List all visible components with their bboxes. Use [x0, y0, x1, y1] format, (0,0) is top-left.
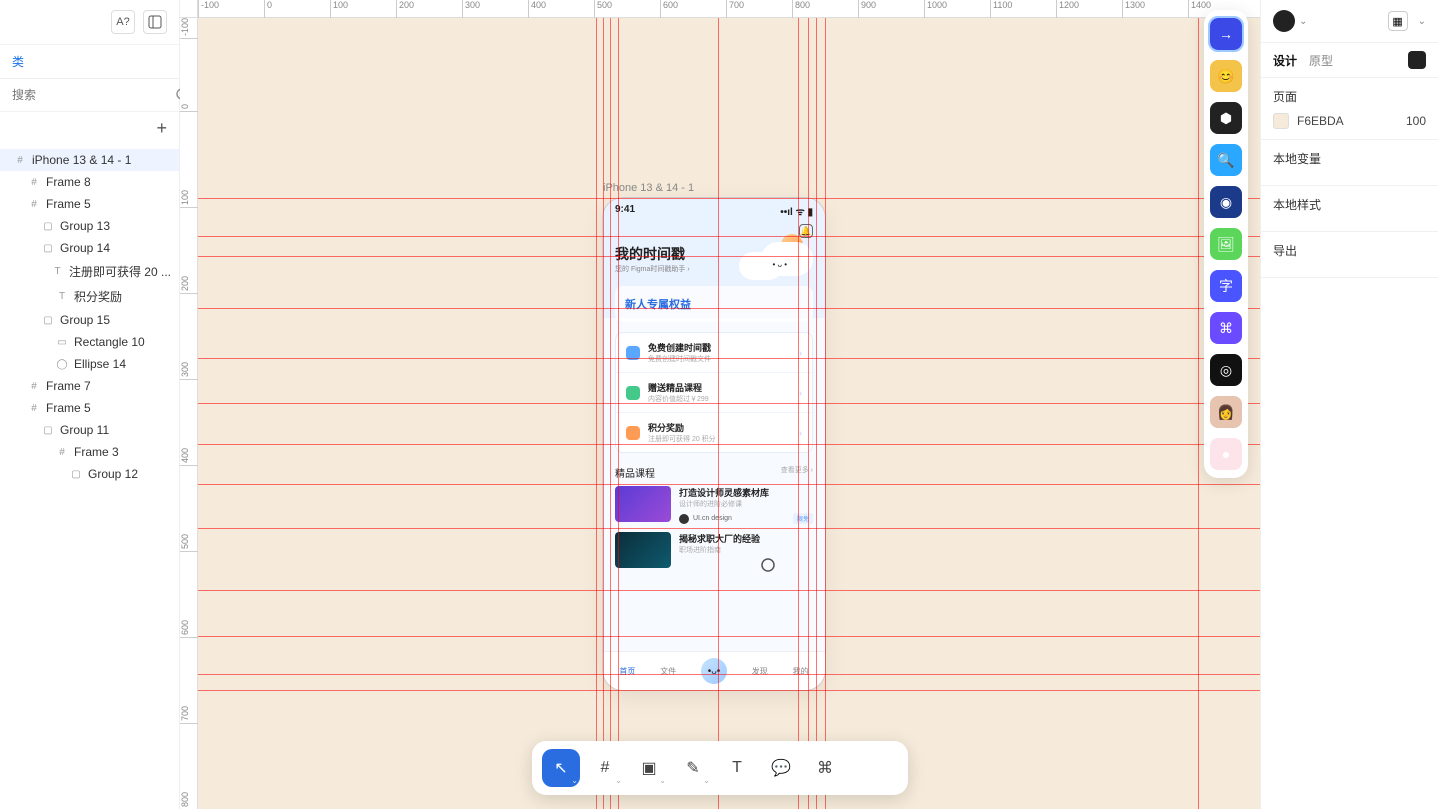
layer-item[interactable]: #Frame 7	[0, 375, 179, 397]
plugin-icon[interactable]: 字	[1210, 270, 1242, 302]
tool-move[interactable]: ↖⌄	[542, 749, 580, 787]
panel-toggle-icon[interactable]	[143, 10, 167, 34]
tab-design[interactable]: 设计	[1273, 52, 1297, 69]
layer-item[interactable]: ◯Ellipse 14	[0, 353, 179, 375]
tool-dev[interactable]	[850, 749, 898, 787]
search-input[interactable]	[12, 88, 167, 102]
page-color-swatch[interactable]	[1273, 113, 1289, 129]
layer-item[interactable]: #Frame 5	[0, 397, 179, 419]
layers-list: #iPhone 13 & 14 - 1#Frame 8#Frame 5▢Grou…	[0, 145, 179, 809]
hero-illustration: • ᴗ •	[733, 238, 813, 290]
avatar[interactable]	[1273, 10, 1295, 32]
a7-icon[interactable]: A?	[111, 10, 135, 34]
section-title: 精品课程	[615, 465, 655, 480]
layer-item[interactable]: #Frame 8	[0, 171, 179, 193]
tool-image[interactable]: ▣⌄	[630, 749, 668, 787]
layer-item[interactable]: T注册即可获得 20 ...	[0, 259, 179, 284]
plugin-icon[interactable]: 😊	[1210, 60, 1242, 92]
tool-pen[interactable]: ✎⌄	[674, 749, 712, 787]
banner: 新人专属权益	[615, 286, 813, 322]
frame-label[interactable]: iPhone 13 & 14 - 1	[603, 182, 694, 194]
left-panel: A? 类 + #iPhone 13 & 14 - 1#Frame 8#Frame…	[0, 0, 180, 809]
plugin-bar: → 😊 ⬢ 🔍 ◉ 🖼 字 ⌘ ◎ 👩 ●	[1204, 10, 1248, 478]
benefit-card: 积分奖励注册即可获得 20 积分›	[616, 413, 812, 452]
layer-item[interactable]: T积分奖励	[0, 284, 179, 309]
plugin-icon[interactable]: ●	[1210, 438, 1242, 470]
tabbar: 首页文件•ᴗ•发现我的	[603, 651, 825, 690]
layer-item[interactable]: #iPhone 13 & 14 - 1	[0, 149, 179, 171]
right-panel: ⌄ ▦ ⌄ 设计 原型 页面 F6EBDA 100 本地变量 本地样式 导出	[1260, 0, 1438, 809]
share-chevron-icon[interactable]: ⌄	[1418, 16, 1426, 27]
layer-item[interactable]: ▢Group 15	[0, 309, 179, 331]
ruler-vertical: -1000100200300400500600700800	[180, 18, 198, 809]
layer-item[interactable]: #Frame 5	[0, 193, 179, 215]
left-tab[interactable]: 类	[0, 45, 179, 79]
fab-button: •ᴗ•	[701, 658, 727, 684]
bottom-toolbar: ↖⌄#⌄▣⌄✎⌄T💬⌘	[532, 741, 908, 795]
course-item: 打造设计师灵感素材库设计师的进阶必修课UI.cn design限免	[603, 482, 825, 528]
page-section-label: 页面	[1273, 88, 1426, 105]
benefit-cards: 免费创建时间戳免费创建时间戳文件›赠送精品课程内容价值超过￥299›积分奖励注册…	[615, 332, 813, 453]
tool-frame[interactable]: #⌄	[586, 749, 624, 787]
layer-item[interactable]: #Frame 3	[0, 441, 179, 463]
canvas-inner[interactable]: iPhone 13 & 14 - 1 9:41 ••ıl ᯤ ▮ 🔔 我的时间戳…	[198, 18, 1260, 809]
plugin-icon[interactable]: 🖼	[1210, 228, 1242, 260]
local-vars-label[interactable]: 本地变量	[1273, 150, 1426, 167]
layer-item[interactable]: ▢Group 14	[0, 237, 179, 259]
course-list: 打造设计师灵感素材库设计师的进阶必修课UI.cn design限免揭秘求职大厂的…	[603, 482, 825, 572]
benefit-card: 免费创建时间戳免费创建时间戳文件›	[616, 333, 812, 373]
status-bar: 9:41 ••ıl ᯤ ▮	[603, 198, 825, 224]
tool-comment[interactable]: 💬	[762, 749, 800, 787]
layer-item[interactable]: ▢Group 11	[0, 419, 179, 441]
plugin-icon[interactable]: ◎	[1210, 354, 1242, 386]
plugin-icon[interactable]: →	[1210, 18, 1242, 50]
ruler-corner	[180, 0, 198, 18]
layer-item[interactable]: ▢Group 12	[0, 463, 179, 485]
plugin-icon[interactable]: ⬢	[1210, 102, 1242, 134]
plugin-icon[interactable]: 👩	[1210, 396, 1242, 428]
tool-text[interactable]: T	[718, 749, 756, 787]
course-item: 揭秘求职大厂的经验职场进阶指南	[603, 528, 825, 572]
add-page-icon[interactable]: +	[156, 118, 167, 139]
benefit-card: 赠送精品课程内容价值超过￥299›	[616, 373, 812, 413]
plugin-icon[interactable]: 🔍	[1210, 144, 1242, 176]
ruler-horizontal: -100010020030040050060070080090010001100…	[198, 0, 1260, 18]
export-label[interactable]: 导出	[1273, 242, 1426, 259]
avatar-chevron-icon[interactable]: ⌄	[1299, 16, 1307, 27]
tab-prototype[interactable]: 原型	[1309, 52, 1333, 69]
view-grid-icon[interactable]	[1408, 51, 1426, 69]
page-color-hex[interactable]: F6EBDA	[1297, 114, 1398, 128]
canvas[interactable]: -100010020030040050060070080090010001100…	[180, 0, 1260, 809]
plugin-icon[interactable]: ◉	[1210, 186, 1242, 218]
local-styles-label[interactable]: 本地样式	[1273, 196, 1426, 213]
page-color-opacity[interactable]: 100	[1406, 114, 1426, 128]
plugin-icon[interactable]: ⌘	[1210, 312, 1242, 344]
layer-item[interactable]: ▭Rectangle 10	[0, 331, 179, 353]
layer-item[interactable]: ▢Group 13	[0, 215, 179, 237]
share-icon[interactable]: ▦	[1388, 11, 1408, 31]
tool-plugins[interactable]: ⌘	[806, 749, 844, 787]
